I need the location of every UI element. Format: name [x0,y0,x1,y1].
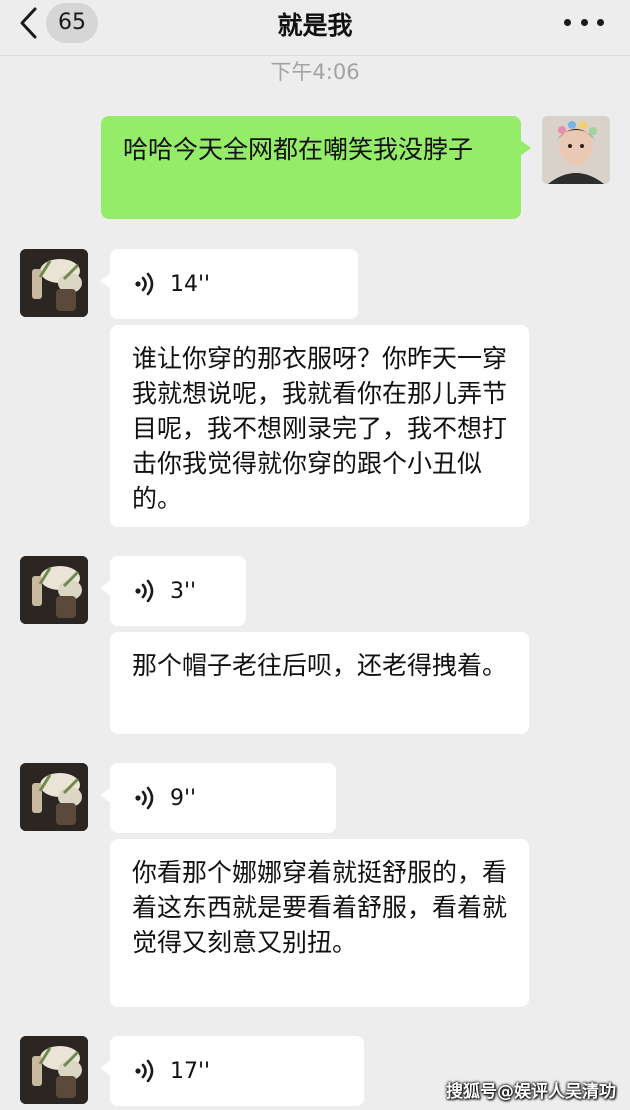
chat-screen: 65 就是我 下午4:06 哈哈今天全网都在嘲笑我没脖子 14'' 谁让你穿的那… [0,0,630,1110]
message-text: 哈哈今天全网都在嘲笑我没脖子 [123,135,474,164]
voice-duration: 14'' [170,271,211,297]
voice-message-bubble[interactable]: 17'' [100,1036,364,1106]
voice-message-bubble[interactable]: 3'' [100,556,246,626]
avatar-image [20,556,88,624]
chat-title: 就是我 [277,11,353,40]
chat-header: 65 就是我 [0,0,630,52]
avatar-image [542,116,610,184]
avatar-image [20,763,88,831]
voice-message-bubble[interactable]: 9'' [100,763,336,833]
message-bubble-received[interactable]: 那个帽子老往后呗，还老得拽着。 [110,632,529,734]
voice-duration: 9'' [170,785,197,811]
watermark-text: 搜狐号@娱评人吴清功 [446,1082,616,1102]
message-text: 你看那个娜娜穿着就挺舒服的，看着这东西就是要看着舒服，看着就觉得又刻意又别扭。 [132,858,508,957]
message-text: 那个帽子老往后呗，还老得拽着。 [132,651,508,680]
message-timestamp: 下午4:06 [270,60,360,84]
avatar-image [20,1036,88,1104]
contact-avatar[interactable] [20,249,88,317]
voice-wave-icon [135,786,154,810]
more-options-button[interactable] [564,10,604,34]
contact-avatar[interactable] [20,1036,88,1104]
my-avatar[interactable] [542,116,610,184]
voice-duration: 3'' [170,578,197,604]
voice-duration: 17'' [170,1058,211,1084]
voice-wave-icon [135,272,154,296]
contact-avatar[interactable] [20,556,88,624]
message-bubble-sent[interactable]: 哈哈今天全网都在嘲笑我没脖子 [101,116,531,219]
voice-wave-icon [135,579,154,603]
avatar-image [20,249,88,317]
more-dots-icon [564,18,571,26]
message-bubble-received[interactable]: 谁让你穿的那衣服呀？你昨天一穿我就想说呢，我就看你在那儿弄节目呢，我不想刚录完了… [110,325,529,527]
voice-message-bubble[interactable]: 14'' [100,249,358,319]
message-bubble-received[interactable]: 你看那个娜娜穿着就挺舒服的，看着这东西就是要看着舒服，看着就觉得又刻意又别扭。 [110,839,529,1007]
message-text: 谁让你穿的那衣服呀？你昨天一穿我就想说呢，我就看你在那儿弄节目呢，我不想刚录完了… [132,344,508,513]
voice-wave-icon [135,1059,154,1083]
contact-avatar[interactable] [20,763,88,831]
